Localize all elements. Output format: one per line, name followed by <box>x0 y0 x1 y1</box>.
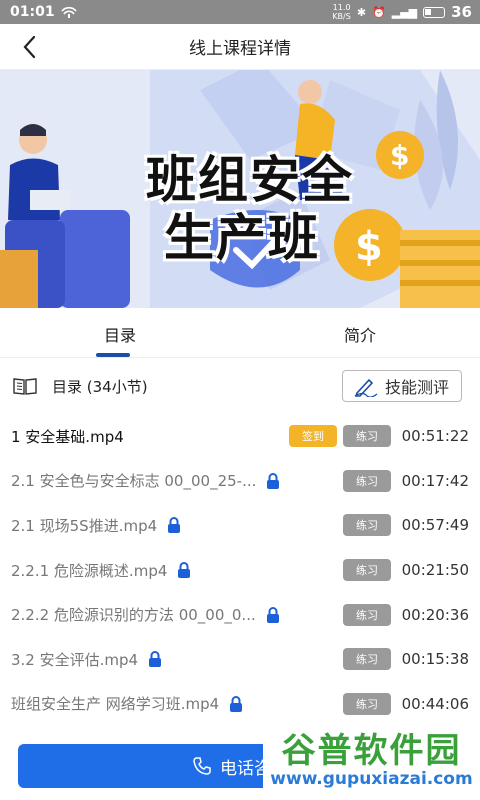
tab-catalog[interactable]: 目录 <box>0 308 240 357</box>
tab-intro[interactable]: 简介 <box>240 308 480 357</box>
lock-icon <box>266 606 279 623</box>
lesson-name: 1 安全基础.mp4 <box>11 427 124 446</box>
back-button[interactable] <box>14 32 44 62</box>
status-time: 01:01 <box>10 4 55 20</box>
lesson-name: 2.1 现场5S推进.mp4 <box>11 516 158 535</box>
list-item[interactable]: 2.2.1 危险源概述.mp4 练习 00:21:50 <box>0 548 480 593</box>
list-item[interactable]: 2.2.2 危险源识别的方法 00_00_0... 练习 00:20:36 <box>0 592 480 637</box>
page-title: 线上课程详情 <box>189 39 291 59</box>
nav-bar: 线上课程详情 <box>0 24 480 70</box>
practice-button[interactable]: 练习 <box>343 648 391 671</box>
skill-assessment-button[interactable]: 技能测评 <box>341 370 462 402</box>
list-item[interactable]: 班组安全生产 网络学习班.mp4 练习 00:44:06 <box>0 682 480 727</box>
watermark-name: 谷普软件园 <box>281 731 462 771</box>
lesson-name: 3.2 安全评估.mp4 <box>11 650 139 669</box>
lock-icon <box>267 472 280 489</box>
phone-icon <box>193 757 211 775</box>
course-banner: $ $ 班组安全 生产班 <box>0 70 480 308</box>
book-icon <box>13 378 37 395</box>
practice-button[interactable]: 练习 <box>343 603 391 626</box>
list-item[interactable]: 2.1 安全色与安全标志 00_00_25-... 练习 00:17:42 <box>0 459 480 504</box>
lesson-list: 1 安全基础.mp4 签到 练习 00:51:22 2.1 安全色与安全标志 0… <box>0 414 480 726</box>
practice-button[interactable]: 练习 <box>343 559 391 582</box>
sign-in-button[interactable]: 签到 <box>289 425 337 448</box>
banner-title-line2: 生产班 <box>164 209 320 267</box>
lock-icon <box>149 651 162 668</box>
lesson-name: 2.2.2 危险源识别的方法 00_00_0... <box>11 606 256 625</box>
lesson-duration: 00:20:36 <box>401 605 469 624</box>
battery-percent: 36 <box>451 3 472 21</box>
lesson-duration: 00:17:42 <box>401 471 469 490</box>
catalog-label: 目录 (34小节) <box>52 377 148 396</box>
bluetooth-icon: ✱ <box>356 5 367 19</box>
lock-icon <box>168 517 181 534</box>
lock-icon <box>178 562 191 579</box>
practice-button[interactable]: 练习 <box>343 514 391 537</box>
lesson-duration: 00:57:49 <box>401 516 469 535</box>
list-item[interactable]: 2.1 现场5S推进.mp4 练习 00:57:49 <box>0 503 480 548</box>
list-item[interactable]: 3.2 安全评估.mp4 练习 00:15:38 <box>0 637 480 682</box>
battery-icon <box>423 6 446 18</box>
tab-bar: 目录 简介 <box>0 308 480 358</box>
practice-button[interactable]: 练习 <box>343 425 391 448</box>
lesson-duration: 00:51:22 <box>401 427 469 446</box>
watermark-url: www.gupuxiazai.com <box>270 769 473 789</box>
lesson-duration: 00:21:50 <box>401 561 469 580</box>
hotspot-icon <box>60 6 77 18</box>
lesson-name: 2.1 安全色与安全标志 00_00_25-... <box>11 472 257 491</box>
practice-button[interactable]: 练习 <box>343 692 391 715</box>
alarm-icon: ⏰ <box>372 5 386 19</box>
status-bar: 01:01 11.0 KB/S ✱ ⏰ ▂▄▆ 36 <box>0 0 480 24</box>
net-speed: 11.0 KB/S <box>332 3 351 21</box>
pen-icon <box>354 378 378 397</box>
lesson-duration: 00:15:38 <box>401 650 469 669</box>
chevron-left-icon <box>23 35 36 59</box>
practice-button[interactable]: 练习 <box>343 469 391 492</box>
site-watermark: 谷普软件园 www.gupuxiazai.com <box>263 723 480 800</box>
lesson-name: 2.2.1 危险源概述.mp4 <box>11 561 168 580</box>
skill-assessment-label: 技能测评 <box>384 378 449 397</box>
lesson-duration: 00:44:06 <box>401 694 469 713</box>
lesson-name: 班组安全生产 网络学习班.mp4 <box>11 695 220 714</box>
lock-icon <box>230 695 243 712</box>
catalog-header: 目录 (34小节) 技能测评 <box>0 358 480 414</box>
list-item[interactable]: 1 安全基础.mp4 签到 练习 00:51:22 <box>0 414 480 459</box>
signal-icon: ▂▄▆ <box>391 5 418 19</box>
